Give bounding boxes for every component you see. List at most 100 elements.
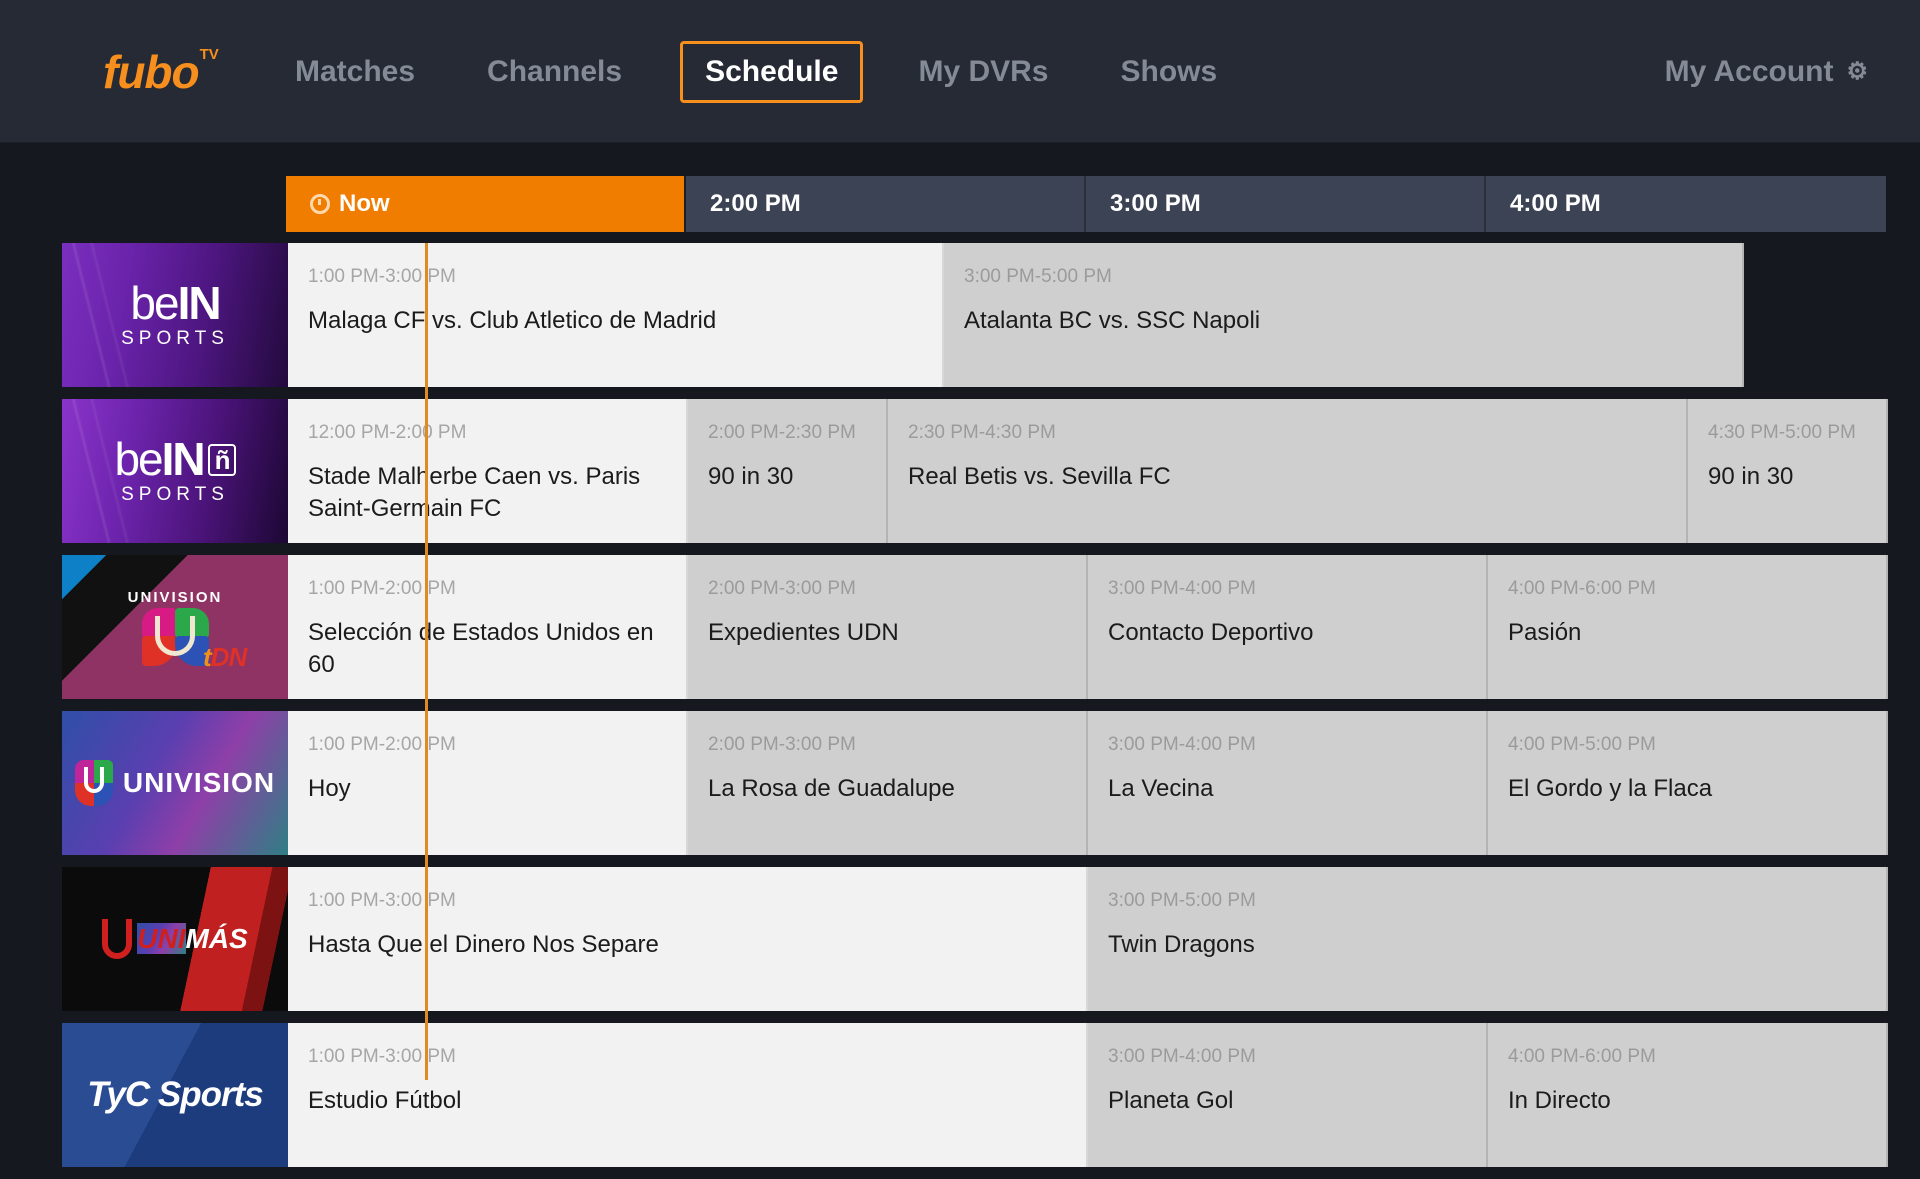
- table-row: beIN ñ SPORTS 12:00 PM-2:00 PM Stade Malh…: [0, 399, 1920, 549]
- gear-icon: ⚙: [1846, 57, 1868, 85]
- program-time: 3:00 PM-4:00 PM: [1108, 734, 1256, 755]
- program-time: 12:00 PM-2:00 PM: [308, 422, 467, 443]
- program-cell[interactable]: 3:00 PM-4:00 PM La Vecina: [1088, 711, 1488, 855]
- logo-art: UNIMÁS: [102, 919, 248, 959]
- program-time: 1:00 PM-3:00 PM: [308, 266, 456, 287]
- program-time: 1:00 PM-3:00 PM: [308, 1046, 456, 1067]
- program-time: 2:00 PM-3:00 PM: [708, 734, 856, 755]
- time-slot-4pm[interactable]: 4:00 PM: [1486, 176, 1886, 232]
- program-time: 4:00 PM-6:00 PM: [1508, 578, 1656, 599]
- program-title: Twin Dragons: [1108, 931, 1255, 958]
- program-cell[interactable]: 4:00 PM-6:00 PM In Directo: [1488, 1023, 1888, 1167]
- program-cell[interactable]: 4:30 PM-5:00 PM 90 in 30: [1688, 399, 1888, 543]
- program-title: In Directo: [1508, 1087, 1611, 1114]
- my-account-button[interactable]: My Account ⚙: [1665, 0, 1868, 143]
- program-cell[interactable]: 12:00 PM-2:00 PM Stade Malherbe Caen vs.…: [288, 399, 688, 543]
- clock-icon: [310, 194, 330, 214]
- table-row: UNIMÁS 1:00 PM-3:00 PM Hasta Que el Dine…: [0, 867, 1920, 1017]
- nav-item-channels[interactable]: Channels: [487, 52, 622, 92]
- univision-tdn-logo[interactable]: UNIVISION tDN: [62, 555, 288, 699]
- program-time: 3:00 PM-4:00 PM: [1108, 1046, 1256, 1067]
- app-header: fubo TV Matches Channels Schedule My DVR…: [0, 0, 1920, 143]
- program-time: 3:00 PM-5:00 PM: [1108, 890, 1256, 911]
- program-title: Expedientes UDN: [708, 619, 899, 646]
- table-row: UNIVISION 1:00 PM-2:00 PM Hoy 2:00 PM-3:…: [0, 711, 1920, 861]
- table-row: beIN SPORTS 1:00 PM-3:00 PM Malaga CF vs…: [0, 243, 1920, 393]
- program-title: 90 in 30: [1708, 463, 1794, 490]
- nav-item-my-dvrs[interactable]: My DVRs: [918, 52, 1048, 92]
- program-cell[interactable]: 4:00 PM-6:00 PM Pasión: [1488, 555, 1888, 699]
- program-title: Contacto Deportivo: [1108, 619, 1314, 646]
- program-title: Hoy: [308, 775, 351, 802]
- program-title: Pasión: [1508, 619, 1582, 646]
- program-title: Selección de Estados Unidos en 60: [308, 619, 654, 678]
- program-time: 1:00 PM-3:00 PM: [308, 890, 456, 911]
- program-cell[interactable]: 3:00 PM-4:00 PM Planeta Gol: [1088, 1023, 1488, 1167]
- program-time: 1:00 PM-2:00 PM: [308, 578, 456, 599]
- program-lane: 1:00 PM-3:00 PM Estudio Fútbol 3:00 PM-4…: [288, 1023, 1920, 1167]
- program-title: Planeta Gol: [1108, 1087, 1234, 1114]
- program-cell[interactable]: 1:00 PM-3:00 PM Hasta Que el Dinero Nos …: [288, 867, 1088, 1011]
- table-row: TyC Sports 1:00 PM-3:00 PM Estudio Fútbo…: [0, 1023, 1920, 1173]
- program-cell[interactable]: 2:00 PM-2:30 PM 90 in 30: [688, 399, 888, 543]
- program-time: 2:30 PM-4:30 PM: [908, 422, 1056, 443]
- bein-sports-espanol-logo[interactable]: beIN ñ SPORTS: [62, 399, 288, 543]
- program-title: La Rosa de Guadalupe: [708, 775, 955, 802]
- program-cell[interactable]: 2:30 PM-4:30 PM Real Betis vs. Sevilla F…: [888, 399, 1688, 543]
- logo-art: TyC Sports: [87, 1075, 263, 1114]
- program-cell[interactable]: 1:00 PM-3:00 PM Malaga CF vs. Club Atlet…: [288, 243, 944, 387]
- logo-wordmark: fubo: [103, 45, 200, 98]
- program-cell[interactable]: 2:00 PM-3:00 PM Expedientes UDN: [688, 555, 1088, 699]
- now-button[interactable]: Now: [286, 176, 686, 232]
- program-time: 2:00 PM-3:00 PM: [708, 578, 856, 599]
- program-cell[interactable]: 4:00 PM-5:00 PM El Gordo y la Flaca: [1488, 711, 1888, 855]
- program-lane: 1:00 PM-3:00 PM Malaga CF vs. Club Atlet…: [288, 243, 1920, 387]
- nav-item-shows[interactable]: Shows: [1121, 52, 1218, 92]
- program-title: El Gordo y la Flaca: [1508, 775, 1713, 802]
- program-lane: 1:00 PM-3:00 PM Hasta Que el Dinero Nos …: [288, 867, 1920, 1011]
- univision-logo[interactable]: UNIVISION: [62, 711, 288, 855]
- program-cell[interactable]: 3:00 PM-5:00 PM Atalanta BC vs. SSC Napo…: [944, 243, 1744, 387]
- channel-rows: beIN SPORTS 1:00 PM-3:00 PM Malaga CF vs…: [0, 243, 1920, 1179]
- main-navigation: fubo TV Matches Channels Schedule My DVR…: [0, 0, 1920, 143]
- now-label: Now: [339, 190, 390, 217]
- logo-art: UNIVISION: [74, 760, 275, 806]
- time-slot-3pm[interactable]: 3:00 PM: [1086, 176, 1486, 232]
- program-cell[interactable]: 1:00 PM-3:00 PM Estudio Fútbol: [288, 1023, 1088, 1167]
- program-time: 4:00 PM-6:00 PM: [1508, 1046, 1656, 1067]
- table-row: UNIVISION tDN 1:00 PM-2:00 PM Selección …: [0, 555, 1920, 705]
- program-cell[interactable]: 3:00 PM-4:00 PM Contacto Deportivo: [1088, 555, 1488, 699]
- program-cell[interactable]: 2:00 PM-3:00 PM La Rosa de Guadalupe: [688, 711, 1088, 855]
- nav-item-matches[interactable]: Matches: [295, 52, 415, 92]
- program-time: 3:00 PM-5:00 PM: [964, 266, 1112, 287]
- program-time: 4:30 PM-5:00 PM: [1708, 422, 1856, 443]
- program-title: La Vecina: [1108, 775, 1214, 802]
- program-time: 4:00 PM-5:00 PM: [1508, 734, 1656, 755]
- logo-art: beIN ñ SPORTS: [114, 436, 236, 506]
- program-lane: 1:00 PM-2:00 PM Selección de Estados Uni…: [288, 555, 1920, 699]
- unimas-logo[interactable]: UNIMÁS: [62, 867, 288, 1011]
- program-lane: 1:00 PM-2:00 PM Hoy 2:00 PM-3:00 PM La R…: [288, 711, 1920, 855]
- nav-item-schedule[interactable]: Schedule: [680, 40, 864, 103]
- program-title: Estudio Fútbol: [308, 1087, 462, 1114]
- bein-sports-logo[interactable]: beIN SPORTS: [62, 243, 288, 387]
- program-title: Stade Malherbe Caen vs. Paris Saint-Germ…: [308, 463, 641, 522]
- time-header-bar: Now 2:00 PM 3:00 PM 4:00 PM: [286, 176, 1886, 232]
- logo-tv-superscript: TV: [199, 45, 219, 63]
- program-cell[interactable]: 1:00 PM-2:00 PM Selección de Estados Uni…: [288, 555, 688, 699]
- program-cell[interactable]: 3:00 PM-5:00 PM Twin Dragons: [1088, 867, 1888, 1011]
- tyc-sports-logo[interactable]: TyC Sports: [62, 1023, 288, 1167]
- my-account-label: My Account: [1664, 54, 1834, 88]
- logo-art: UNIVISION tDN: [127, 588, 248, 672]
- program-title: Hasta Que el Dinero Nos Separe: [308, 931, 659, 958]
- program-time: 2:00 PM-2:30 PM: [708, 422, 856, 443]
- fubotv-logo[interactable]: fubo TV: [103, 45, 221, 99]
- program-lane: 12:00 PM-2:00 PM Stade Malherbe Caen vs.…: [288, 399, 1920, 543]
- program-cell[interactable]: 1:00 PM-2:00 PM Hoy: [288, 711, 688, 855]
- program-title: Real Betis vs. Sevilla FC: [908, 463, 1171, 490]
- program-title: Atalanta BC vs. SSC Napoli: [964, 307, 1261, 334]
- program-title: Malaga CF vs. Club Atletico de Madrid: [308, 307, 717, 334]
- time-slot-2pm[interactable]: 2:00 PM: [686, 176, 1086, 232]
- program-title: 90 in 30: [708, 463, 794, 490]
- logo-art: beIN SPORTS: [121, 277, 229, 349]
